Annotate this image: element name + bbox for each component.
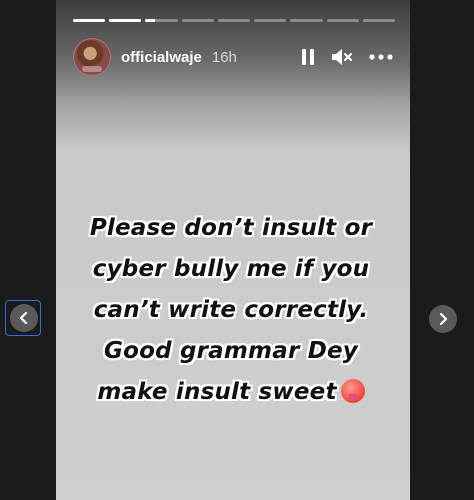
progress-segment-fill	[109, 19, 142, 22]
progress-segment	[254, 19, 287, 22]
progress-segment	[362, 19, 395, 22]
story-text-line-5: make insult sweet	[74, 372, 388, 413]
mute-button[interactable]	[331, 48, 353, 66]
pause-icon	[302, 49, 314, 65]
story-text-line-4: Good grammar Dey	[104, 338, 358, 364]
chevron-right-icon	[439, 312, 448, 326]
story-card[interactable]: officialwaje 16h Please don’t insult or …	[56, 0, 410, 500]
story-text-line-5-text: make insult sweet	[97, 379, 337, 405]
story-text-line-1: Please don’t insult or	[89, 215, 373, 241]
progress-segment	[217, 19, 251, 22]
mute-icon	[332, 49, 352, 65]
avatar[interactable]	[73, 38, 111, 76]
hot-face-emoji-icon	[340, 379, 365, 403]
story-timestamp: 16h	[211, 48, 237, 66]
progress-segment	[109, 19, 142, 22]
progress-segment	[326, 19, 359, 22]
story-controls	[301, 48, 393, 66]
story-username[interactable]: officialwaje	[121, 49, 202, 66]
story-viewer: officialwaje 16h Please don’t insult or …	[0, 0, 474, 500]
story-text-line-3: can’t write correctly.	[93, 297, 369, 323]
more-options-button[interactable]	[369, 54, 393, 60]
story-progress-bar	[73, 19, 395, 22]
progress-segment	[145, 19, 178, 22]
progress-segment	[290, 19, 323, 22]
progress-segment-fill	[73, 19, 106, 22]
chevron-left-icon	[19, 311, 28, 325]
progress-segment-fill	[145, 19, 156, 22]
story-text: Please don’t insult or cyber bully me if…	[74, 208, 388, 413]
story-text-line-2: cyber bully me if you	[92, 256, 370, 282]
progress-segment	[73, 19, 106, 22]
pause-button[interactable]	[301, 48, 315, 66]
progress-segment	[181, 19, 214, 22]
more-options-icon	[369, 54, 393, 60]
previous-story-button[interactable]	[10, 304, 38, 332]
next-story-button[interactable]	[429, 305, 457, 333]
previous-story-focus	[5, 300, 41, 336]
story-header: officialwaje 16h	[73, 38, 393, 76]
